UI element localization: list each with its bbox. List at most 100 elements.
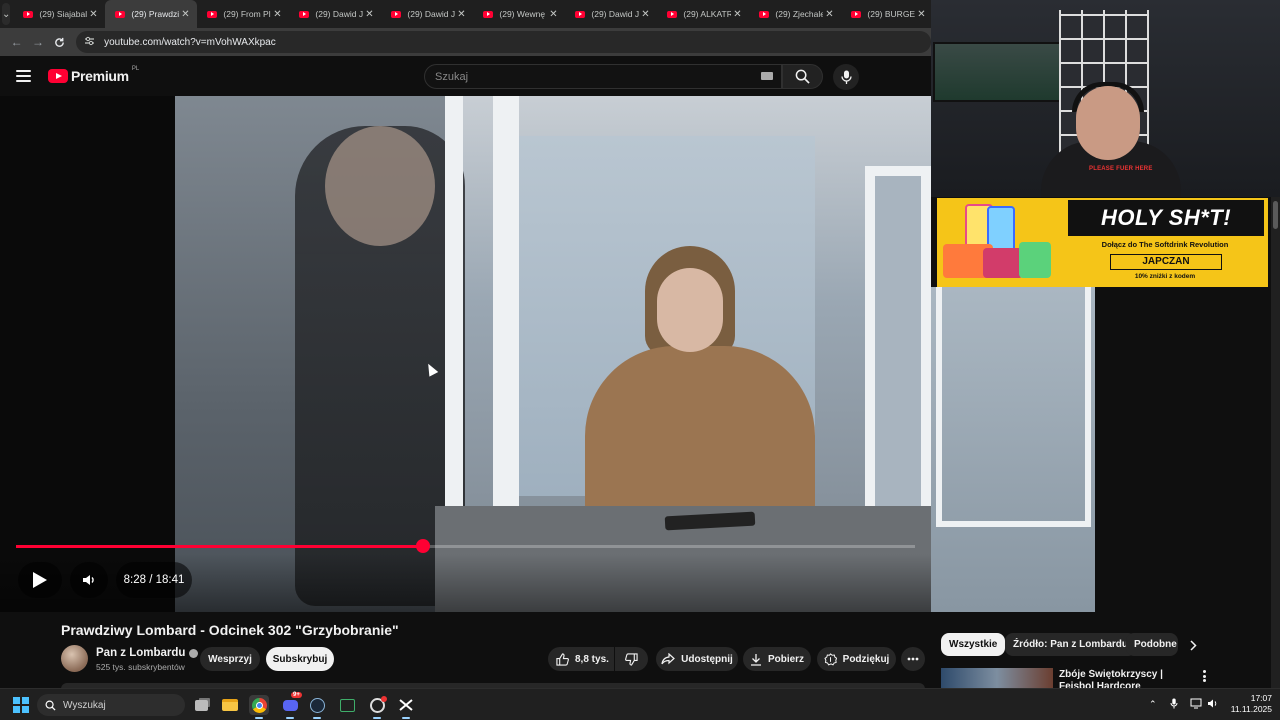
thanks-label: Podziękuj	[842, 653, 890, 665]
task-view-icon[interactable]	[191, 695, 211, 715]
dislike-button[interactable]	[615, 647, 648, 671]
search-button[interactable]	[782, 64, 823, 89]
file-explorer-icon[interactable]	[220, 695, 240, 715]
youtube-favicon-icon	[575, 10, 586, 18]
browser-tab[interactable]: (29) BURGE ✕	[841, 0, 933, 28]
download-icon	[750, 653, 761, 666]
tab-list: (29) Siajabal ✕ (29) Prawdzi ✕ (29) From Pl ✕…	[13, 0, 933, 28]
tab-close-icon[interactable]: ✕	[547, 9, 559, 20]
youtube-favicon-icon	[483, 10, 494, 18]
subscribe-button[interactable]: Subskrybuj	[266, 647, 334, 671]
tab-title: (29) Dawid J	[407, 9, 456, 19]
chip-all[interactable]: Wszystkie	[941, 633, 1006, 656]
discord-icon[interactable]: 9+	[280, 692, 302, 719]
video-player[interactable]: 8:28 / 18:41	[0, 96, 931, 612]
tray-microphone-icon[interactable]	[1170, 698, 1178, 711]
shirt-print: PLEASE FUER HERE	[1089, 166, 1153, 172]
browser-tab[interactable]: (29) Siajabal ✕	[13, 0, 105, 28]
browser-tab[interactable]: (29) From Pl ✕	[197, 0, 289, 28]
obs-icon[interactable]	[367, 695, 387, 719]
voice-search-button[interactable]	[833, 64, 859, 90]
browser-tab[interactable]: (29) Prawdzi ✕	[105, 0, 198, 28]
browser-tab[interactable]: (29) Dawid J ✕	[289, 0, 381, 28]
tray-overflow-icon[interactable]: ⌃	[1149, 699, 1157, 710]
thumbs-down-icon	[625, 652, 638, 666]
ad-tagline: Dołącz do The Softdrink Revolution	[1101, 240, 1229, 249]
tab-close-icon[interactable]: ✕	[823, 9, 835, 20]
volume-icon	[83, 575, 94, 585]
tab-close-icon[interactable]: ✕	[363, 9, 375, 20]
clock-time: 17:07	[1250, 693, 1272, 703]
steam-icon[interactable]	[307, 695, 327, 719]
spreadsheet-app-icon[interactable]	[337, 695, 357, 715]
start-icon[interactable]	[13, 697, 29, 713]
webcam-overlay: PLEASE FUER HERE	[931, 0, 1280, 197]
menu-icon[interactable]	[16, 70, 31, 82]
back-icon[interactable]: ←	[6, 31, 27, 53]
youtube-favicon-icon	[207, 10, 218, 18]
channel-name[interactable]: Pan z Lombardu	[96, 647, 199, 659]
recommendation-thumbnail[interactable]	[941, 668, 1053, 688]
clock-date: 11.11.2025	[1230, 704, 1272, 714]
tab-title: (29) Zjechale	[775, 9, 824, 19]
youtube-favicon-icon	[759, 10, 770, 18]
youtube-premium-logo[interactable]: Premium PL	[48, 66, 139, 84]
browser-tab[interactable]: (29) Zjechale ✕	[749, 0, 841, 28]
keyboard-icon[interactable]	[761, 72, 773, 80]
taskbar-clock[interactable]: 17:07 11.11.2025	[1222, 693, 1272, 715]
youtube-favicon-icon	[851, 10, 862, 18]
stream-capture-edge	[931, 287, 1095, 612]
capcut-icon[interactable]	[396, 695, 416, 719]
tab-title: (29) From Pl	[223, 9, 271, 19]
like-button[interactable]: 8,8 tys.	[548, 647, 614, 671]
tab-close-icon[interactable]: ✕	[87, 9, 99, 20]
time-display: 8:28 / 18:41	[116, 562, 192, 598]
share-button[interactable]: Udostępnij	[656, 647, 738, 671]
browser-tab[interactable]: (29) Wewnę ✕	[473, 0, 565, 28]
volume-button[interactable]	[70, 562, 108, 598]
chips-next-button[interactable]	[1184, 636, 1202, 654]
play-button[interactable]	[18, 562, 62, 598]
network-icon[interactable]	[1190, 698, 1202, 711]
download-button[interactable]: Pobierz	[743, 647, 811, 671]
search-input[interactable]: Szukaj	[424, 64, 782, 89]
youtube-favicon-icon	[23, 10, 34, 18]
taskbar-search-placeholder: Wyszukaj	[63, 699, 106, 711]
youtube-favicon-icon	[299, 10, 310, 18]
tab-close-icon[interactable]: ✕	[731, 9, 743, 20]
thanks-button[interactable]: Podziękuj	[817, 647, 896, 671]
support-button[interactable]: Wesprzyj	[200, 647, 260, 671]
page-scrollbar[interactable]	[1271, 197, 1280, 688]
url-text: youtube.com/watch?v=mVohWAXkpac	[104, 36, 276, 48]
verified-icon	[189, 648, 199, 658]
chip-similar[interactable]: Podobne	[1126, 633, 1178, 656]
forward-icon[interactable]: →	[27, 31, 48, 53]
tab-close-icon[interactable]: ✕	[639, 9, 651, 20]
tab-close-icon[interactable]: ✕	[179, 9, 191, 20]
tab-title: (29) Prawdzi	[131, 9, 180, 19]
recommendation-title[interactable]: Zbóje Świętokrzyscy | Fejsbol Hardcore	[1059, 669, 1189, 688]
channel-avatar[interactable]	[61, 645, 88, 672]
tab-close-icon[interactable]: ✕	[915, 9, 927, 20]
browser-tab[interactable]: (29) Dawid J ✕	[565, 0, 657, 28]
speaker-icon[interactable]	[1207, 698, 1219, 711]
microphone-icon	[840, 70, 852, 84]
more-actions-button[interactable]	[901, 647, 925, 671]
chip-source-channel[interactable]: Źródło: Pan z Lombardu	[1005, 633, 1136, 656]
address-bar[interactable]: youtube.com/watch?v=mVohWAXkpac	[76, 31, 931, 53]
site-info-icon[interactable]	[84, 36, 98, 49]
chrome-icon[interactable]	[249, 695, 269, 719]
taskbar-search[interactable]: Wyszukaj	[37, 694, 185, 716]
tab-title: (29) BURGE	[867, 9, 916, 19]
tab-close-icon[interactable]: ✕	[455, 9, 467, 20]
video-frame	[175, 96, 931, 612]
reload-icon[interactable]	[49, 31, 70, 53]
progress-bar[interactable]	[16, 539, 915, 553]
browser-tab[interactable]: (29) Dawid J ✕	[381, 0, 473, 28]
browser-tab[interactable]: (29) ALKATR ✕	[657, 0, 749, 28]
recommendation-menu-icon[interactable]	[1198, 668, 1210, 684]
search-placeholder: Szukaj	[435, 70, 469, 83]
tab-list-button[interactable]: ⌄	[2, 3, 11, 25]
like-count: 8,8 tys.	[575, 653, 609, 665]
tab-close-icon[interactable]: ✕	[271, 9, 283, 20]
